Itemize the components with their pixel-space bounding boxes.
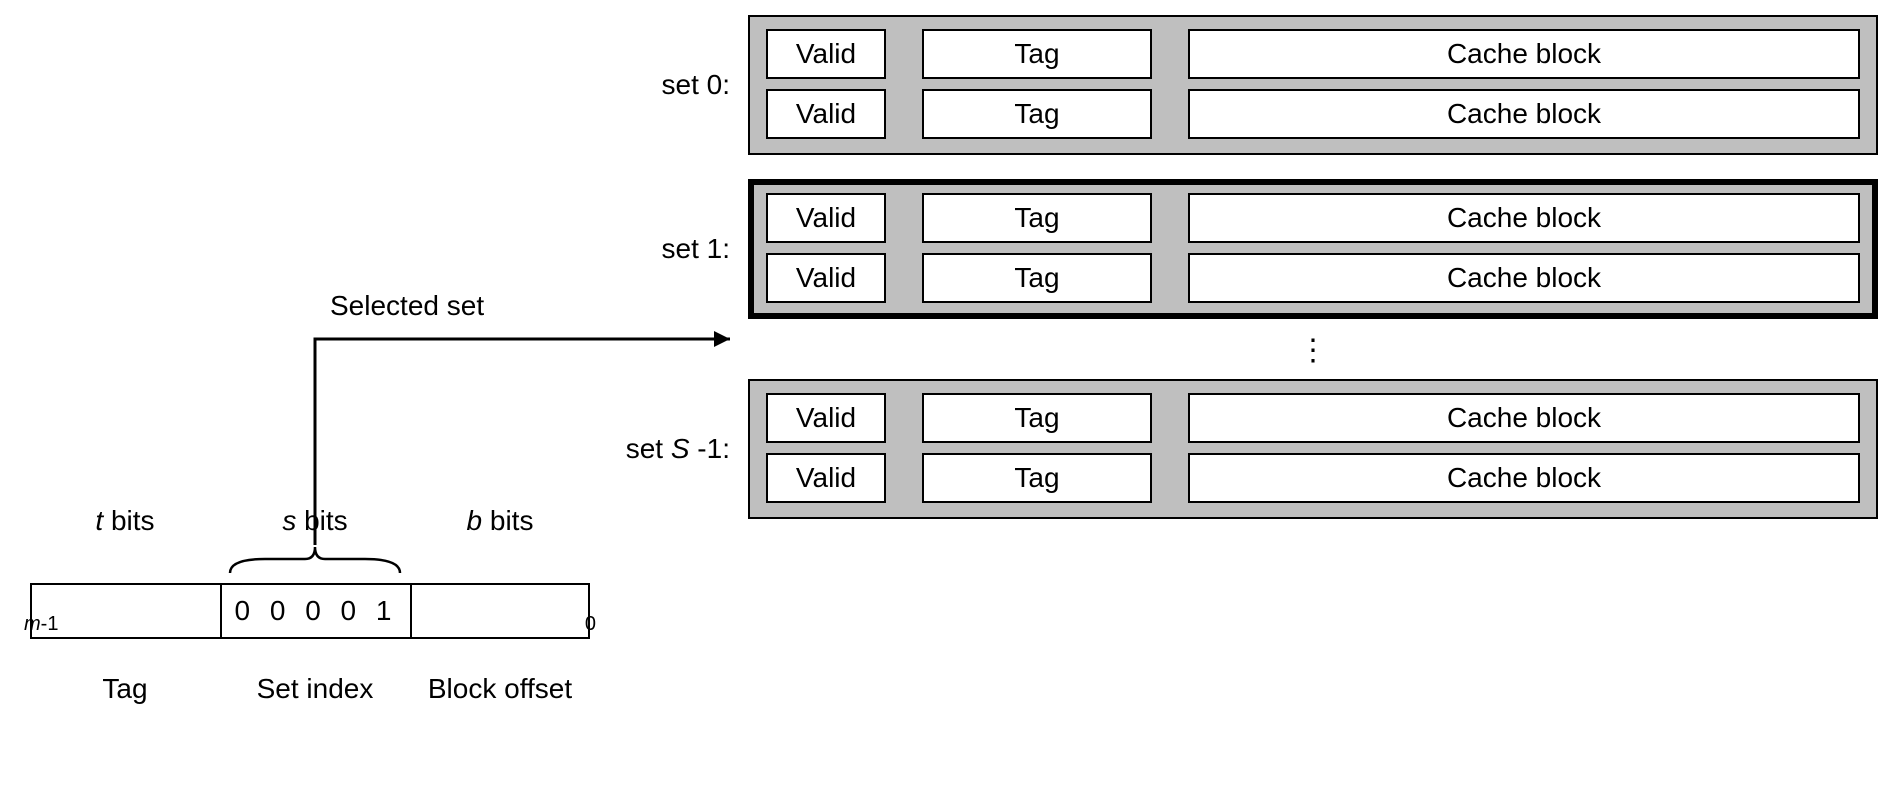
cache-line: Valid Tag Cache block — [766, 253, 1860, 303]
cache-line: Valid Tag Cache block — [766, 393, 1860, 443]
address-set-index-field: 0 0 0 0 1 — [222, 585, 412, 637]
tag-cell: Tag — [922, 193, 1152, 243]
address-field-names: Tag Set index Block offset — [30, 673, 590, 705]
brace-over-set-index — [225, 545, 405, 575]
valid-bit-cell: Valid — [766, 253, 886, 303]
set-index-field-name: Set index — [220, 673, 410, 705]
tag-cell: Tag — [922, 393, 1152, 443]
address-word: 0 0 0 0 1 — [30, 583, 590, 639]
valid-bit-cell: Valid — [766, 29, 886, 79]
tag-cell: Tag — [922, 253, 1152, 303]
tag-cell: Tag — [922, 453, 1152, 503]
cache-set-last-label: set S -1: — [610, 433, 730, 465]
address-field-widths: t bits s bits b bits — [30, 505, 590, 537]
block-offset-field-name: Block offset — [410, 673, 590, 705]
address-msb-label: m-1 — [24, 613, 58, 636]
cache-set-selection-diagram: t bits s bits b bits 0 0 0 0 1 m-1 0 Tag… — [0, 0, 1904, 802]
cache-block-cell: Cache block — [1188, 453, 1860, 503]
cache-set-1-row: set 1: Valid Tag Cache block Valid Tag C… — [610, 179, 1890, 319]
valid-bit-cell: Valid — [766, 193, 886, 243]
cache-block-cell: Cache block — [1188, 253, 1860, 303]
t-bits-label: t bits — [30, 505, 220, 537]
cache-block-cell: Cache block — [1188, 193, 1860, 243]
cache-line: Valid Tag Cache block — [766, 453, 1860, 503]
cache-set-0-box: Valid Tag Cache block Valid Tag Cache bl… — [748, 15, 1878, 155]
address-breakdown: t bits s bits b bits 0 0 0 0 1 m-1 0 Tag… — [30, 505, 590, 705]
tag-cell: Tag — [922, 89, 1152, 139]
cache-set-0-row: set 0: Valid Tag Cache block Valid Tag C… — [610, 15, 1890, 155]
s-bits-label: s bits — [220, 505, 410, 537]
cache-set-1-label: set 1: — [610, 233, 730, 265]
selected-set-label: Selected set — [330, 290, 484, 322]
sets-ellipsis: ⋮ — [748, 343, 1878, 359]
address-lsb-label: 0 — [585, 613, 596, 636]
cache-sets: set 0: Valid Tag Cache block Valid Tag C… — [610, 15, 1890, 543]
address-tag-field — [32, 585, 222, 637]
cache-block-cell: Cache block — [1188, 89, 1860, 139]
valid-bit-cell: Valid — [766, 453, 886, 503]
tag-field-name: Tag — [30, 673, 220, 705]
cache-set-0-label: set 0: — [610, 69, 730, 101]
b-bits-label: b bits — [410, 505, 590, 537]
valid-bit-cell: Valid — [766, 393, 886, 443]
cache-block-cell: Cache block — [1188, 29, 1860, 79]
cache-line: Valid Tag Cache block — [766, 193, 1860, 243]
cache-set-1-box-selected: Valid Tag Cache block Valid Tag Cache bl… — [748, 179, 1878, 319]
cache-line: Valid Tag Cache block — [766, 89, 1860, 139]
cache-set-last-row: set S -1: Valid Tag Cache block Valid Ta… — [610, 379, 1890, 519]
address-block-offset-field — [412, 585, 588, 637]
cache-set-last-box: Valid Tag Cache block Valid Tag Cache bl… — [748, 379, 1878, 519]
cache-line: Valid Tag Cache block — [766, 29, 1860, 79]
valid-bit-cell: Valid — [766, 89, 886, 139]
tag-cell: Tag — [922, 29, 1152, 79]
cache-block-cell: Cache block — [1188, 393, 1860, 443]
